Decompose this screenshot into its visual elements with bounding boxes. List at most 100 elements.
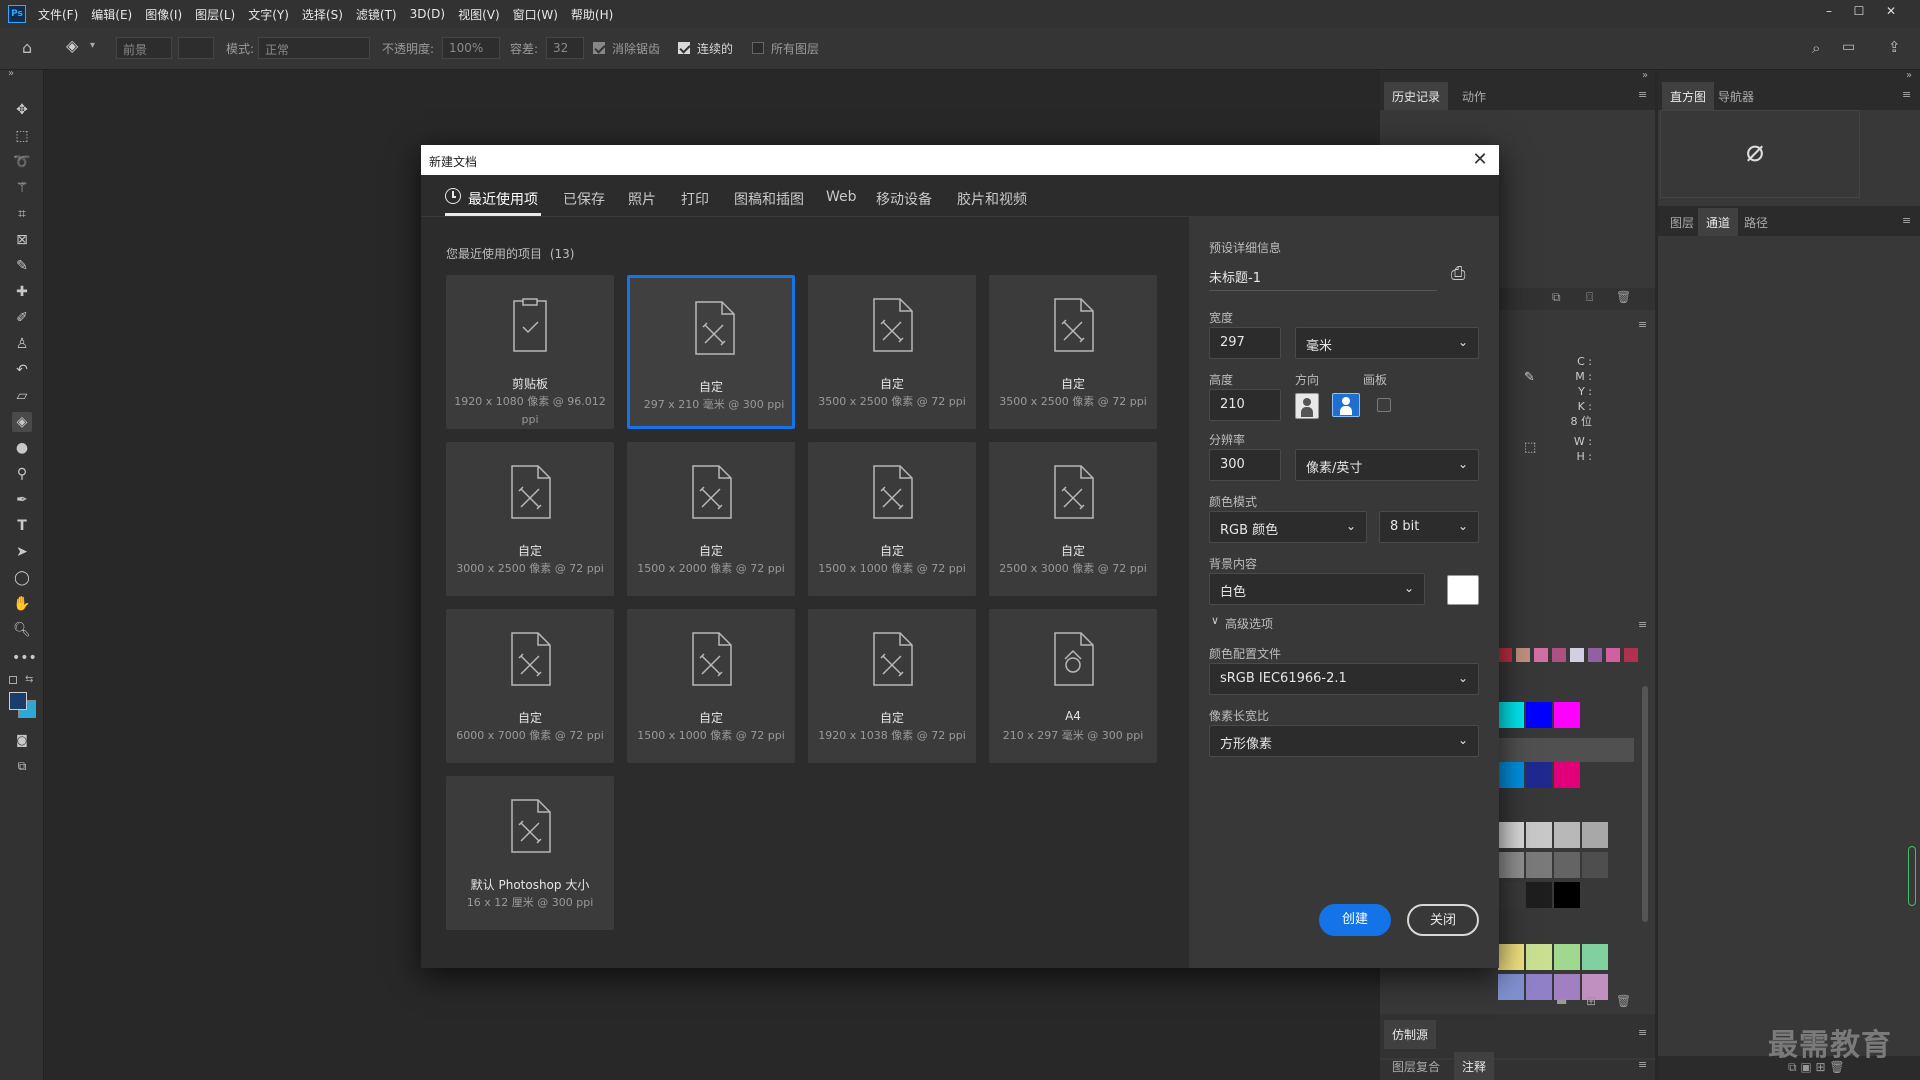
- close-window-icon[interactable]: ✕: [1876, 0, 1906, 22]
- preset-card[interactable]: 自定 1500 x 1000 像素 @ 72 ppi: [627, 609, 795, 763]
- type-tool-icon[interactable]: T: [12, 516, 32, 536]
- menu-file[interactable]: 文件(F): [38, 6, 78, 23]
- path-selection-tool-icon[interactable]: ➤: [12, 542, 32, 562]
- fill-source-select[interactable]: 前景: [116, 37, 172, 59]
- document-name-input[interactable]: 未标题-1: [1209, 261, 1437, 291]
- panel-menu-icon[interactable]: ≡: [1638, 1026, 1647, 1039]
- preset-card[interactable]: 默认 Photoshop 大小 16 x 12 厘米 @ 300 ppi: [446, 776, 614, 930]
- menu-edit[interactable]: 编辑(E): [91, 6, 132, 23]
- tab-paths[interactable]: 路径: [1736, 208, 1776, 237]
- menu-type[interactable]: 文字(Y): [248, 6, 289, 23]
- pattern-picker[interactable]: [178, 37, 214, 59]
- tab-saved[interactable]: 已保存: [563, 189, 605, 209]
- scrollbar[interactable]: [1642, 686, 1648, 922]
- create-button[interactable]: 创建: [1319, 904, 1391, 936]
- preset-card[interactable]: 自定 6000 x 7000 像素 @ 72 ppi: [446, 609, 614, 763]
- close-button[interactable]: 关闭: [1407, 904, 1479, 936]
- preset-card[interactable]: 自定 3000 x 2500 像素 @ 72 ppi: [446, 442, 614, 596]
- panel-menu-icon[interactable]: ≡: [1902, 88, 1911, 101]
- eyedropper-tool-icon[interactable]: ✎: [12, 256, 32, 276]
- eraser-tool-icon[interactable]: ▱: [12, 386, 32, 406]
- crop-tool-icon[interactable]: ⌗: [12, 204, 32, 224]
- tab-channels[interactable]: 通道: [1698, 208, 1739, 237]
- preset-card[interactable]: 剪贴板 1920 x 1080 像素 @ 96.012 ppi: [446, 275, 614, 429]
- preset-card[interactable]: 自定 297 x 210 毫米 @ 300 ppi: [627, 275, 795, 429]
- background-select[interactable]: 白色 ⌄: [1209, 573, 1425, 605]
- minimize-icon[interactable]: –: [1814, 0, 1844, 22]
- menu-select[interactable]: 选择(S): [302, 6, 343, 23]
- zoom-tool-icon[interactable]: 🔍︎: [12, 620, 32, 640]
- camera-icon[interactable]: ⌼: [1586, 290, 1593, 305]
- dodge-tool-icon[interactable]: ⚲: [12, 464, 32, 484]
- menu-window[interactable]: 窗口(W): [513, 6, 558, 23]
- quick-mask-icon[interactable]: ◙: [12, 730, 32, 750]
- tab-photo[interactable]: 照片: [628, 189, 656, 209]
- resolution-unit-select[interactable]: 像素/英寸 ⌄: [1295, 449, 1479, 481]
- brush-tool-icon[interactable]: ✐: [12, 308, 32, 328]
- width-input[interactable]: 297: [1209, 327, 1281, 359]
- bit-depth-select[interactable]: 8 bit ⌄: [1379, 511, 1479, 543]
- default-colors-icon[interactable]: [9, 676, 17, 684]
- panel-menu-icon[interactable]: ≡: [1638, 88, 1647, 101]
- panel-menu-icon[interactable]: ≡: [1638, 1058, 1647, 1071]
- trash-icon[interactable]: 🗑︎: [1616, 290, 1631, 304]
- panel-menu-icon[interactable]: ≡: [1638, 318, 1647, 331]
- preset-card[interactable]: 自定 1920 x 1038 像素 @ 72 ppi: [808, 609, 976, 763]
- marquee-tool-icon[interactable]: ⬚: [12, 126, 32, 146]
- menu-image[interactable]: 图像(I): [145, 6, 182, 23]
- stamp-tool-icon[interactable]: ♙: [12, 334, 32, 354]
- ellipse-tool-icon[interactable]: ◯: [12, 568, 32, 588]
- panel-menu-icon[interactable]: ≡: [1638, 618, 1647, 631]
- landscape-icon[interactable]: [1332, 393, 1360, 417]
- more-tools-icon[interactable]: •••: [12, 648, 37, 668]
- mode-select[interactable]: 正常: [258, 37, 370, 59]
- advanced-options-toggle[interactable]: 高级选项: [1225, 615, 1273, 632]
- portrait-icon[interactable]: [1295, 393, 1319, 419]
- preset-card[interactable]: 自定 3500 x 2500 像素 @ 72 ppi: [989, 275, 1157, 429]
- new-snapshot-icon[interactable]: ⧉: [1552, 290, 1561, 305]
- maximize-icon[interactable]: ☐: [1844, 0, 1874, 22]
- tab-notes[interactable]: 注释: [1454, 1052, 1495, 1080]
- preset-card[interactable]: 自定 3500 x 2500 像素 @ 72 ppi: [808, 275, 976, 429]
- chevron-down-icon[interactable]: ∨: [1211, 614, 1219, 627]
- add-icon[interactable]: ⊞: [1586, 994, 1596, 1008]
- save-preset-icon[interactable]: ⎙: [1451, 263, 1465, 284]
- contiguous-checkbox[interactable]: [678, 42, 690, 54]
- color-profile-select[interactable]: sRGB IEC61966-2.1 ⌄: [1209, 663, 1479, 695]
- chevron-down-icon[interactable]: ▾: [90, 40, 95, 51]
- all-layers-checkbox[interactable]: [752, 42, 764, 54]
- height-input[interactable]: 210: [1209, 389, 1281, 421]
- swap-colors-icon[interactable]: ⇆: [25, 674, 33, 685]
- tab-navigator[interactable]: 导航器: [1710, 82, 1762, 111]
- preset-card[interactable]: 自定 1500 x 2000 像素 @ 72 ppi: [627, 442, 795, 596]
- anti-alias-checkbox[interactable]: [593, 42, 605, 54]
- tab-layer-comps[interactable]: 图层复合: [1384, 1052, 1448, 1080]
- menu-filter[interactable]: 滤镜(T): [356, 6, 397, 23]
- color-mode-select[interactable]: RGB 颜色 ⌄: [1209, 511, 1367, 543]
- workspace-icon[interactable]: ▭: [1842, 39, 1855, 55]
- hand-tool-icon[interactable]: ✋: [12, 594, 32, 614]
- paint-bucket-tool-icon[interactable]: ◈: [66, 36, 78, 55]
- tab-film-video[interactable]: 胶片和视频: [957, 189, 1027, 209]
- tab-recent[interactable]: 最近使用项: [468, 189, 538, 209]
- move-tool-icon[interactable]: ✥: [12, 100, 32, 120]
- history-brush-tool-icon[interactable]: ↶: [12, 360, 32, 380]
- paint-bucket-tool-icon[interactable]: ◈: [12, 412, 32, 432]
- preset-card[interactable]: 自定 2500 x 3000 像素 @ 72 ppi: [989, 442, 1157, 596]
- width-unit-select[interactable]: 毫米 ⌄: [1295, 327, 1479, 359]
- search-icon[interactable]: ⌕: [1812, 39, 1820, 57]
- pixel-aspect-select[interactable]: 方形像素 ⌄: [1209, 725, 1479, 757]
- tolerance-input[interactable]: 32: [546, 37, 584, 59]
- preset-card[interactable]: 自定 1500 x 1000 像素 @ 72 ppi: [808, 442, 976, 596]
- preset-card[interactable]: A4 210 x 297 毫米 @ 300 ppi: [989, 609, 1157, 763]
- collapse-arrows-icon[interactable]: »: [1906, 70, 1912, 81]
- tab-art-illustration[interactable]: 图稿和插图: [734, 189, 804, 209]
- blur-tool-icon[interactable]: ●: [12, 438, 32, 458]
- magic-wand-tool-icon[interactable]: ⚚: [12, 178, 32, 198]
- foreground-color-swatch[interactable]: [9, 692, 27, 710]
- menu-help[interactable]: 帮助(H): [571, 6, 613, 23]
- share-icon[interactable]: ⇪: [1888, 38, 1901, 56]
- background-color-swatch[interactable]: [1447, 575, 1479, 605]
- folder-icon[interactable]: ▬: [1556, 994, 1567, 1008]
- opacity-input[interactable]: 100%: [442, 37, 500, 59]
